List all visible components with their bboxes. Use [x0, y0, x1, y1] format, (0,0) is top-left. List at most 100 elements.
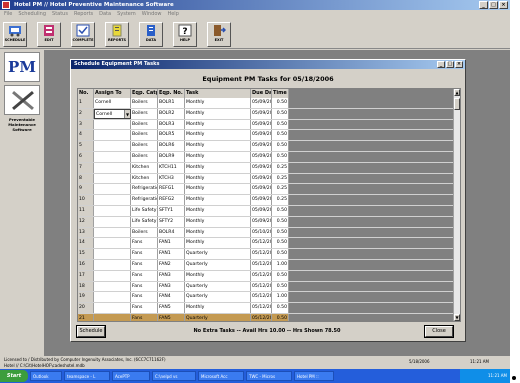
assign-to-cell[interactable] — [94, 216, 131, 227]
grid-scrollbar[interactable]: ▲ ▼ — [453, 89, 460, 321]
table-row[interactable]: 12 Life SafetySFTY2Monthly05/09/20060.50 — [78, 216, 460, 228]
taskbar-item-twc[interactable]: TWC - Micros — [246, 371, 292, 381]
table-row[interactable]: 10 RefrigerationREFG2Monthly05/09/20060.2… — [78, 195, 460, 206]
assign-to-cell[interactable] — [94, 141, 131, 151]
due-date-cell: 05/09/2006 — [251, 173, 272, 184]
menu-scheduling[interactable]: Scheduling — [18, 10, 46, 19]
start-button[interactable]: Start — [0, 370, 28, 382]
schedule-toolbar-button[interactable]: SCHEDULE — [3, 22, 27, 47]
menu-reports[interactable]: Reports — [74, 10, 93, 19]
table-row[interactable]: 20 FansFAN5Monthly05/12/20060.50 — [78, 303, 460, 314]
eqp-catg-cell: Boilers — [131, 130, 158, 141]
assign-to-cell[interactable] — [94, 292, 131, 303]
table-row[interactable]: 1CornellBoilersBOLR1Monthly05/09/20060.5… — [78, 98, 460, 109]
assign-to-cell[interactable] — [94, 281, 131, 292]
schedule-close-button[interactable]: × — [455, 61, 463, 68]
table-row[interactable]: 14 FansFAN1Monthly05/12/20060.50 — [78, 238, 460, 250]
table-row[interactable]: 18 FansFAN3Quarterly05/12/20060.50 — [78, 281, 460, 293]
table-row[interactable]: 21 FansFAN5Quarterly05/12/20060.50 — [78, 313, 460, 321]
menu-window[interactable]: Window — [142, 10, 162, 19]
assign-to-cell[interactable] — [94, 205, 131, 216]
system-tray-clock[interactable]: 11:21 AM — [460, 369, 510, 383]
close-button[interactable]: Close — [424, 325, 454, 338]
col-header-eqp-catg[interactable]: Eqp. Catg — [131, 89, 158, 98]
col-header-eqp-no[interactable]: Eqp. No. — [158, 89, 185, 98]
menu-system[interactable]: System — [117, 10, 136, 19]
schedule-minimize-button[interactable]: _ — [437, 61, 445, 68]
eqp-catg-cell: Fans — [131, 292, 158, 303]
col-header-task[interactable]: Task — [185, 89, 251, 98]
chevron-down-icon[interactable]: ▼ — [124, 109, 130, 118]
col-header-due-date[interactable]: Due Date — [251, 89, 272, 98]
row-number: 14 — [78, 238, 94, 249]
table-row[interactable]: 2Cornell ▼BoilersBOLR2Monthly05/09/20060.… — [78, 108, 460, 120]
table-row[interactable]: 11 Life SafetySFTY1Monthly05/09/20060.50 — [78, 205, 460, 217]
exit-toolbar-button[interactable]: EXIT — [207, 22, 231, 47]
table-row[interactable]: 4 BoilersBOLR5Monthly05/09/20060.50 — [78, 130, 460, 142]
menu-file[interactable]: File — [4, 10, 12, 19]
assign-to-cell[interactable] — [94, 151, 131, 162]
complete-toolbar-button[interactable]: COMPLETE — [71, 22, 95, 47]
taskbar-item-hotel-pm[interactable]: Hotel PM :: — [294, 371, 334, 381]
minimize-button[interactable]: _ — [479, 1, 488, 9]
help-toolbar-button[interactable]: ? HELP — [173, 22, 197, 47]
col-header-no[interactable]: No. — [78, 89, 94, 98]
time-cell: 1.00 — [272, 259, 289, 270]
assign-to-combo[interactable]: Cornell ▼ — [94, 108, 131, 119]
table-row[interactable]: 5 BoilersBOLR6Monthly05/09/20060.50 — [78, 141, 460, 152]
table-row[interactable]: 17 FansFAN3Monthly05/12/20060.50 — [78, 270, 460, 282]
schedule-icon — [9, 26, 21, 37]
assign-to-cell[interactable] — [94, 130, 131, 141]
toolbar: SCHEDULE EDIT COMPLETE REPORTS DATA ? HE… — [0, 19, 510, 49]
schedule-maximize-button[interactable]: □ — [446, 61, 454, 68]
due-date-cell: 05/09/2006 — [251, 98, 272, 108]
edit-toolbar-button[interactable]: EDIT — [37, 22, 61, 47]
assign-to-cell[interactable] — [94, 270, 131, 281]
taskbar-item-access[interactable]: Microsoft Acc — [198, 371, 244, 381]
col-header-assign-to[interactable]: Assign To — [94, 89, 131, 98]
table-row[interactable]: 8 KitchenKTCH3Monthly05/09/20060.25 — [78, 173, 460, 185]
menu-data[interactable]: Data — [99, 10, 111, 19]
assign-to-cell[interactable] — [94, 162, 131, 173]
table-row[interactable]: 6 BoilersBOLR9Monthly05/09/20060.50 — [78, 151, 460, 163]
scroll-thumb[interactable] — [454, 98, 460, 110]
assign-to-cell[interactable] — [94, 184, 131, 195]
grid-empty-area — [289, 249, 460, 259]
menu-status[interactable]: Status — [52, 10, 68, 19]
taskbar-item-aceptp[interactable]: AcePTP — [112, 371, 150, 381]
close-window-button[interactable]: × — [499, 1, 508, 9]
assign-to-cell[interactable] — [94, 313, 131, 321]
taskbar-item-helpd[interactable]: C:\nelpd vs — [152, 371, 196, 381]
scroll-down-arrow[interactable]: ▼ — [454, 314, 460, 321]
assign-to-cell[interactable] — [94, 238, 131, 249]
assign-to-cell[interactable] — [94, 119, 131, 130]
reports-toolbar-button[interactable]: REPORTS — [105, 22, 129, 47]
assign-to-cell[interactable]: Cornell — [94, 98, 131, 108]
assign-to-cell[interactable] — [94, 227, 131, 238]
table-row[interactable]: 13 BoilersBOLR4Monthly05/10/20060.50 — [78, 227, 460, 239]
assign-to-cell[interactable] — [94, 259, 131, 270]
menu-help[interactable]: Help — [167, 10, 178, 19]
grid-empty-area — [289, 141, 460, 151]
assign-to-cell[interactable] — [94, 195, 131, 205]
assign-to-cell[interactable] — [94, 249, 131, 259]
table-row[interactable]: 16 FansFAN2Quarterly05/12/20061.00 — [78, 259, 460, 271]
table-row[interactable]: 3 BoilersBOLR3Monthly05/09/20060.50 — [78, 119, 460, 131]
table-row[interactable]: 19 FansFAN4Quarterly05/12/20061.00 — [78, 292, 460, 304]
schedule-button[interactable]: Schedule — [76, 325, 106, 338]
data-toolbar-button[interactable]: DATA — [139, 22, 163, 47]
taskbar-item-outlook[interactable]: Outlook — [30, 371, 62, 381]
table-row[interactable]: 9 RefrigerationREFG1Monthly05/09/20060.25 — [78, 184, 460, 196]
row-number: 8 — [78, 173, 94, 184]
table-row[interactable]: 15 FansFAN1Quarterly05/12/20060.50 — [78, 249, 460, 260]
maximize-button[interactable]: □ — [489, 1, 498, 9]
task-cell: Monthly — [185, 98, 251, 108]
taskbar-item-teamspace[interactable]: teamspace - L — [64, 371, 110, 381]
due-date-cell: 05/09/2006 — [251, 151, 272, 162]
assign-to-cell[interactable] — [94, 173, 131, 184]
table-row[interactable]: 7 KitchenKTCH11Monthly05/09/20060.25 — [78, 162, 460, 174]
due-date-cell: 05/09/2006 — [251, 184, 272, 195]
col-header-time[interactable]: Time — [272, 89, 289, 98]
scroll-up-arrow[interactable]: ▲ — [454, 89, 460, 96]
assign-to-cell[interactable] — [94, 303, 131, 313]
